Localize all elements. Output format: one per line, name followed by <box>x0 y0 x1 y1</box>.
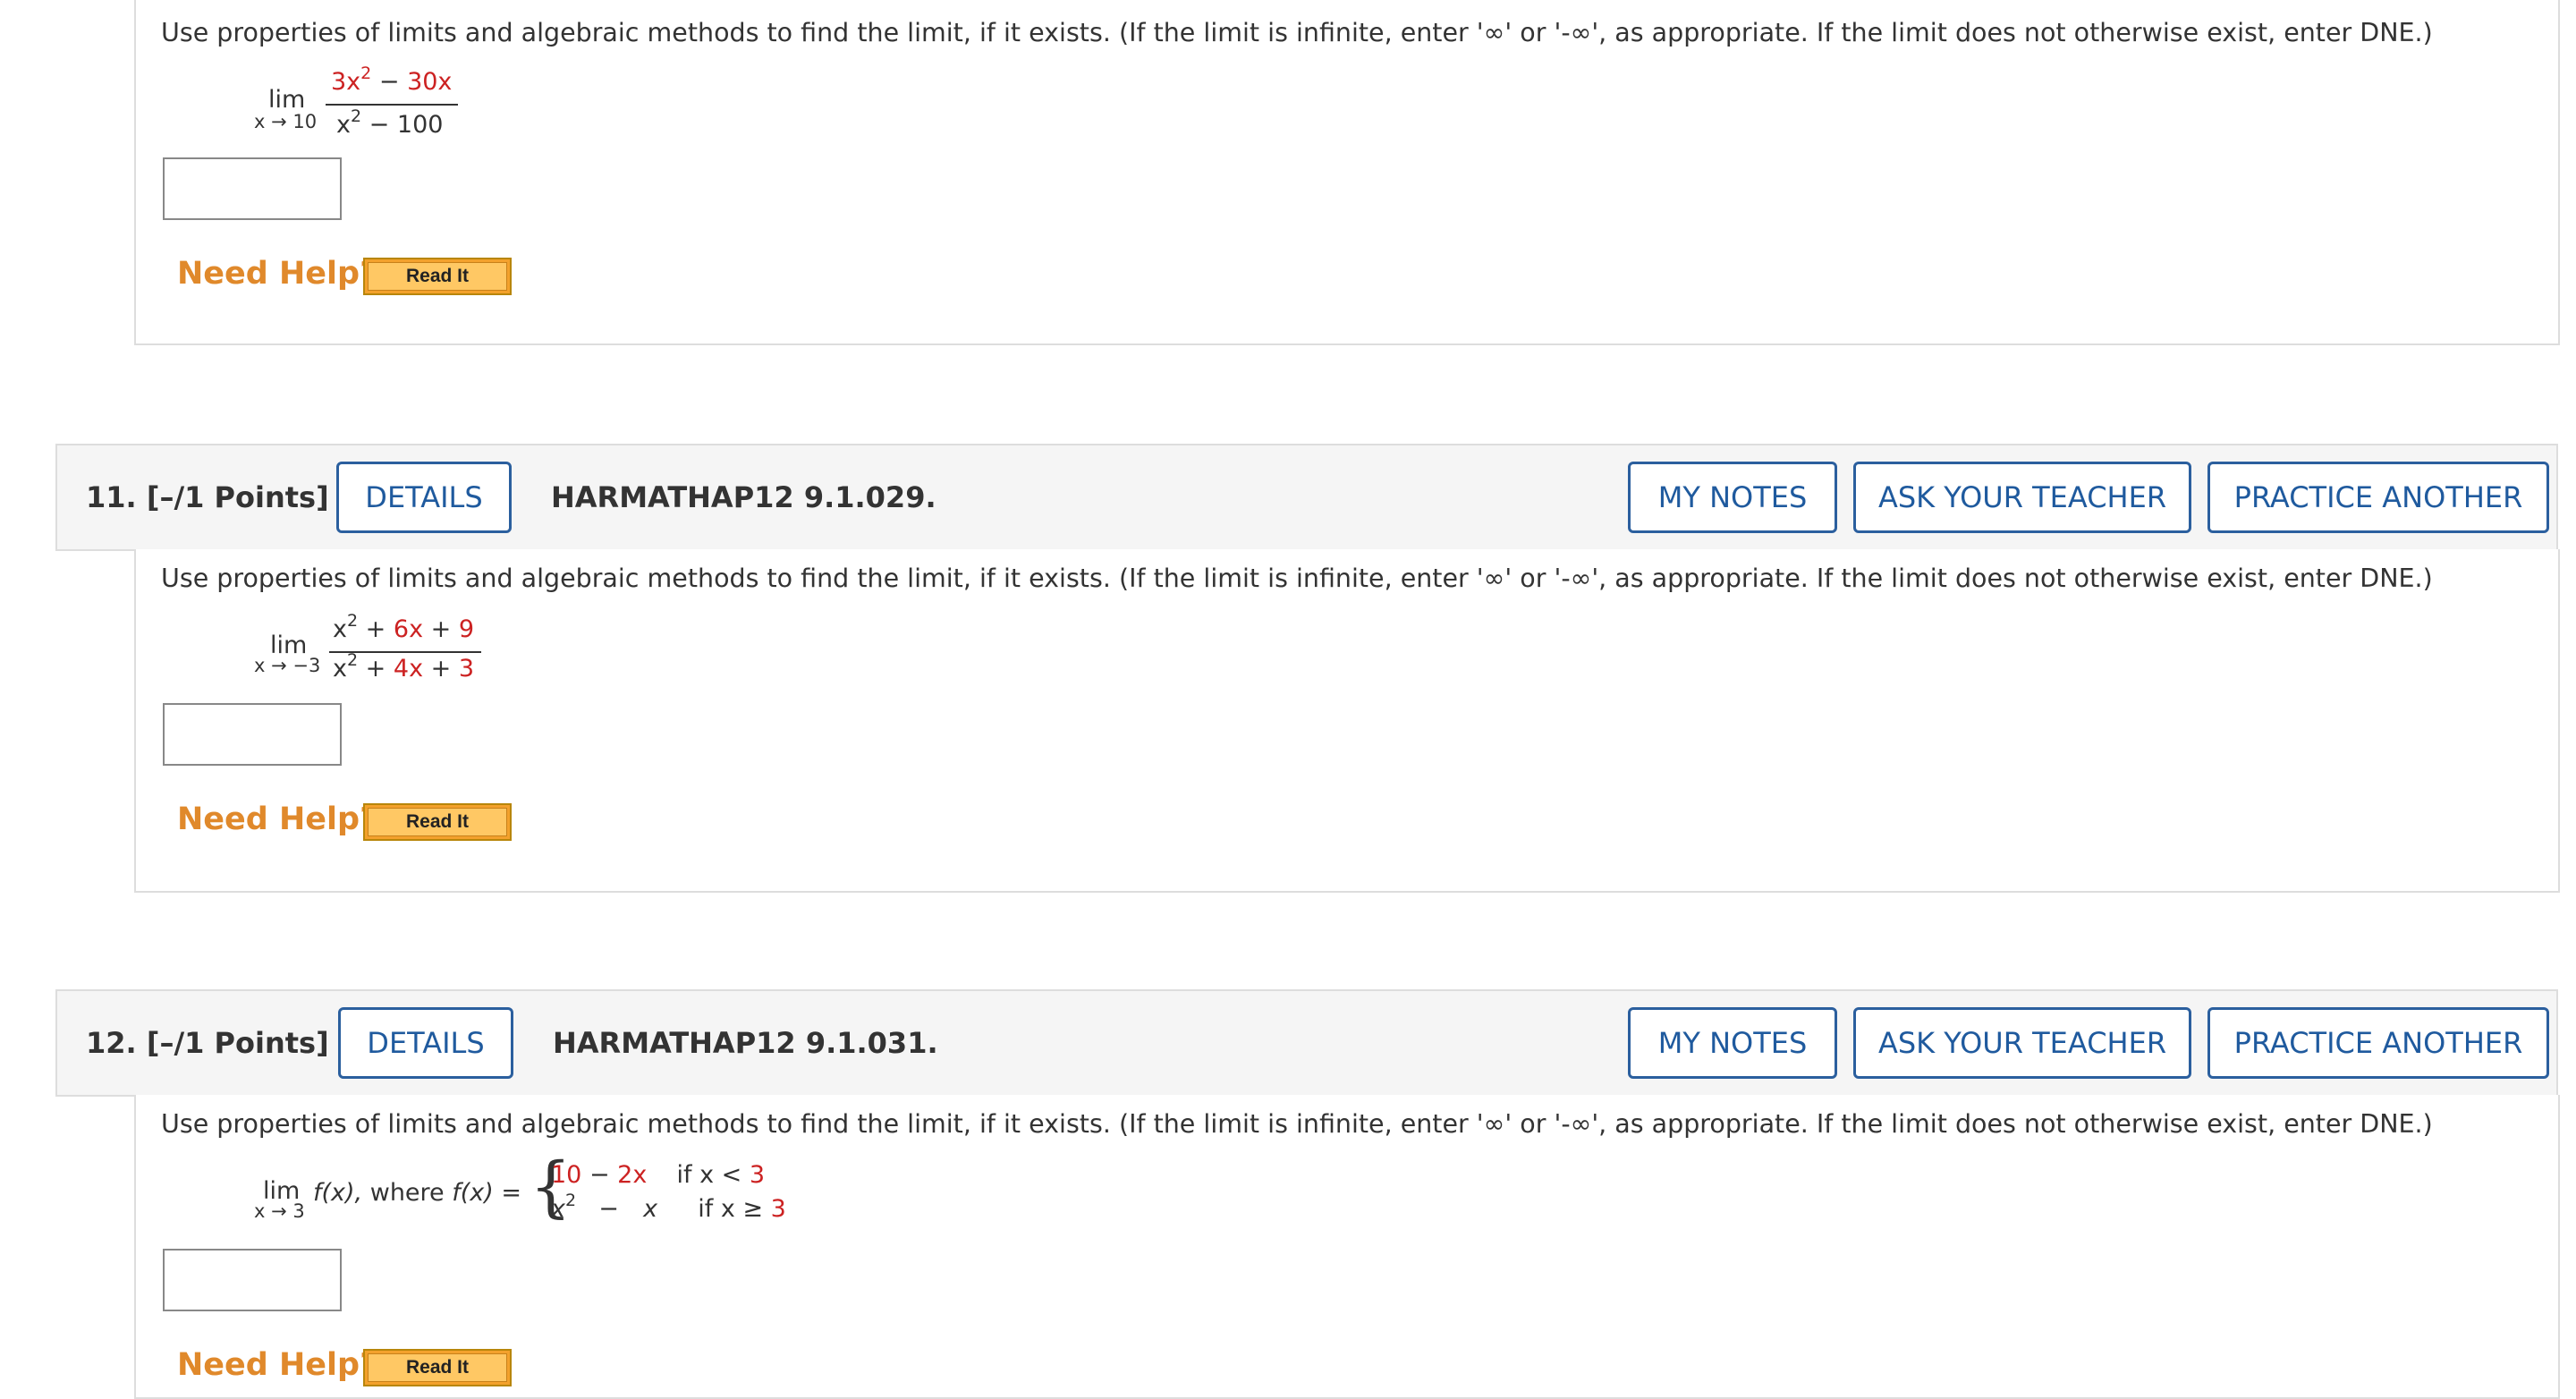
question-12-prompt: Use properties of limits and algebraic m… <box>161 1109 2433 1139</box>
q10-read-it-label: Read It <box>368 262 507 291</box>
q11-practice-another-button[interactable]: PRACTICE ANOTHER <box>2207 462 2549 533</box>
q11-my-notes-button[interactable]: MY NOTES <box>1628 462 1837 533</box>
q11-limit-approach: x → −3 <box>254 655 321 676</box>
q10-read-it-button[interactable]: Read It <box>363 258 512 295</box>
q12-number-points: 12. [–/1 Points] <box>86 1026 329 1060</box>
q12-my-notes-button[interactable]: MY NOTES <box>1628 1007 1837 1079</box>
q12-case-2: x2 − x if x ≥ 3 <box>551 1191 786 1223</box>
q11-numerator: x2 + 6x + 9 <box>333 611 475 643</box>
question-12-header: 12. [–/1 Points] DETAILS HARMATHAP12 9.1… <box>55 989 2558 1097</box>
q11-read-it-button[interactable]: Read It <box>363 803 512 841</box>
q11-read-it-label: Read It <box>368 808 507 836</box>
q12-limit-approach: x → 3 <box>254 1200 305 1222</box>
q10-limit-label: lim <box>268 86 306 114</box>
q11-ask-teacher-button[interactable]: ASK YOUR TEACHER <box>1853 462 2191 533</box>
q11-problem-code: HARMATHAP12 9.1.029. <box>551 480 936 514</box>
q10-answer-input[interactable] <box>163 157 342 220</box>
q11-need-help-label: Need Help? <box>177 801 378 837</box>
question-11-header: 11. [–/1 Points] DETAILS HARMATHAP12 9.1… <box>55 444 2558 551</box>
q11-answer-input[interactable] <box>163 703 342 766</box>
q10-need-help-label: Need Help? <box>177 256 378 292</box>
question-11-body <box>134 549 2560 893</box>
q12-ask-teacher-button[interactable]: ASK YOUR TEACHER <box>1853 1007 2191 1079</box>
question-11-prompt: Use properties of limits and algebraic m… <box>161 564 2433 593</box>
q12-function-label: f(x), where f(x) = <box>313 1179 522 1207</box>
q10-limit-approach: x → 10 <box>254 111 318 132</box>
q12-problem-code: HARMATHAP12 9.1.031. <box>553 1026 938 1060</box>
q10-numerator: 3x2 − 30x <box>331 64 453 96</box>
q11-denominator: x2 + 4x + 3 <box>333 650 475 683</box>
q12-practice-another-button[interactable]: PRACTICE ANOTHER <box>2207 1007 2549 1079</box>
q12-read-it-label: Read It <box>368 1353 507 1382</box>
q12-details-button[interactable]: DETAILS <box>338 1007 513 1079</box>
q12-need-help-label: Need Help? <box>177 1347 378 1383</box>
q11-number-points: 11. [–/1 Points] <box>86 480 329 514</box>
q12-answer-input[interactable] <box>163 1249 342 1311</box>
q11-details-button[interactable]: DETAILS <box>336 462 512 533</box>
q10-denominator: x2 − 100 <box>336 106 444 139</box>
q12-read-it-button[interactable]: Read It <box>363 1349 512 1386</box>
q12-case-1: 10 − 2x if x < 3 <box>551 1161 766 1189</box>
question-10-prompt: Use properties of limits and algebraic m… <box>161 18 2433 47</box>
q10-fraction-bar <box>326 104 458 106</box>
